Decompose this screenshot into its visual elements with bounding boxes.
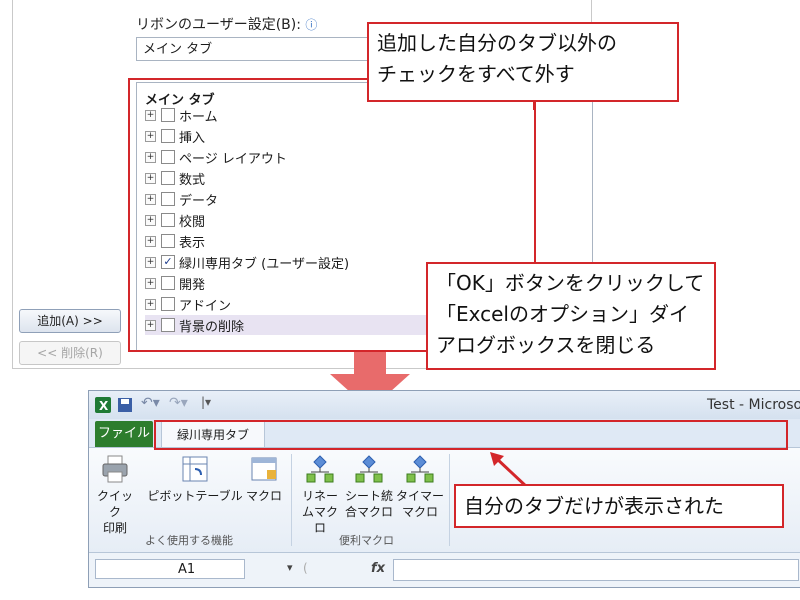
quick-print-button[interactable]: クイック 印刷	[93, 454, 137, 536]
pivot-table-icon	[182, 456, 208, 482]
excel-logo-icon: X	[95, 397, 111, 413]
rename-macro-button[interactable]: リネー ムマクロ	[297, 454, 343, 536]
insert-function-icon[interactable]: fx	[371, 561, 385, 576]
highlight-frame-tab	[154, 420, 788, 450]
formula-bar-divider-icon: (	[303, 561, 308, 575]
quick-access-toolbar: X ↶▾ ↷▾ |▾ Test - Microsof	[89, 391, 800, 419]
printer-icon	[102, 455, 128, 483]
group-label-macros: 便利マクロ	[339, 534, 394, 547]
formula-input[interactable]	[393, 559, 799, 581]
save-icon[interactable]	[117, 397, 133, 413]
info-icon: ⓘ	[305, 18, 318, 32]
flowchart-icon	[406, 455, 434, 483]
name-box-dropdown-icon[interactable]: ▾	[287, 561, 293, 574]
timer-macro-button[interactable]: タイマー マクロ	[395, 454, 445, 520]
remove-button[interactable]: << 削除(R)	[19, 341, 121, 365]
macro-icon	[251, 457, 277, 481]
formula-bar-row: A1 ▾ ( fx	[89, 553, 800, 587]
group-label-frequent: よく使用する機能	[145, 534, 233, 547]
callout-uncheck: 追加した自分のタブ以外の チェックをすべて外す	[367, 22, 679, 102]
flowchart-icon	[355, 455, 383, 483]
customize-qat-icon[interactable]: |▾	[201, 395, 211, 409]
add-button[interactable]: 追加(A) >>	[19, 309, 121, 333]
name-box[interactable]: A1	[95, 559, 245, 579]
flowchart-icon	[306, 455, 334, 483]
merge-sheets-macro-button[interactable]: シート統 合マクロ	[343, 454, 395, 520]
undo-icon[interactable]: ↶▾	[141, 395, 160, 411]
macro-button[interactable]: マクロ	[243, 454, 285, 504]
svg-text:X: X	[99, 399, 109, 413]
tab-file[interactable]: ファイル	[95, 421, 153, 447]
redo-icon[interactable]: ↷▾	[169, 395, 188, 411]
callout-click-ok: 「OK」ボタンをクリックして 「Excelのオプション」ダイ アログボックスを閉…	[426, 262, 716, 370]
group-separator	[449, 454, 450, 546]
callout-result: 自分のタブだけが表示された	[454, 484, 784, 528]
group-separator	[291, 454, 292, 546]
pivot-table-button[interactable]: ピボットテーブル	[147, 454, 243, 504]
customize-ribbon-label: リボンのユーザー設定(B): ⓘ	[136, 17, 318, 33]
window-title: Test - Microsof	[707, 397, 800, 413]
